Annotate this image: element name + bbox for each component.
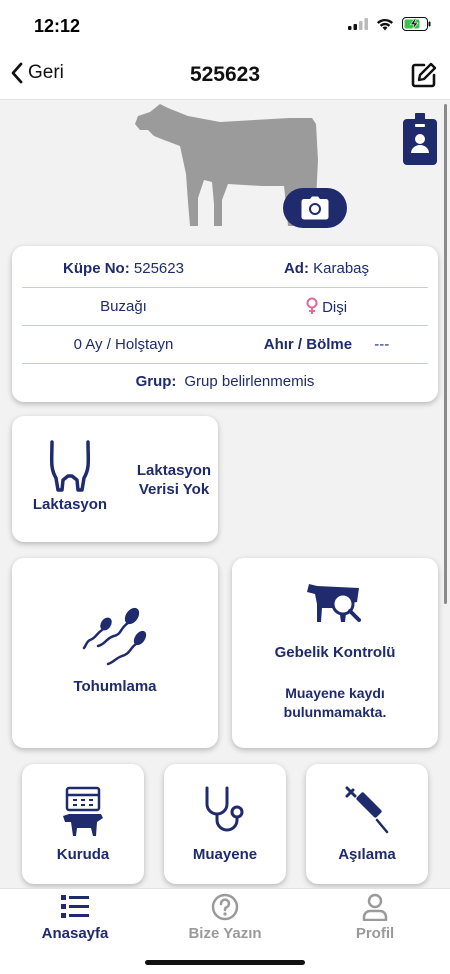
info-row-group: Grup: Grup belirlenmemis [22, 362, 428, 400]
animal-photo-area [0, 100, 450, 240]
dry-period-label: Kuruda [56, 846, 110, 863]
person-icon [362, 893, 388, 921]
battery-charging-icon [402, 17, 431, 31]
barn-field: Ahır / Bölme --- [225, 336, 428, 353]
edit-icon [411, 62, 437, 88]
ear-tag-label: Küpe No: [63, 260, 130, 277]
list-icon [61, 895, 89, 918]
insemination-label: Tohumlama [73, 678, 157, 695]
udder-icon [49, 440, 91, 492]
status-icons [348, 17, 432, 31]
vaccination-tile[interactable]: Aşılama [306, 764, 428, 884]
barn-label: Ahır / Bölme [263, 336, 353, 353]
pregnancy-check-label: Gebelik Kontrolü [274, 644, 396, 661]
barn-value: --- [374, 336, 390, 353]
tab-home[interactable]: Anasayfa [0, 889, 150, 949]
lactation-status: Laktasyon Verisi Yok [136, 462, 212, 498]
tab-contact-label: Bize Yazın [188, 925, 262, 942]
camera-icon [301, 196, 329, 220]
status-time: 12:12 [34, 16, 81, 36]
animal-info-card: Küpe No: 525623 Ad: Karabaş Buzağı Dişi … [12, 246, 438, 402]
edit-button[interactable] [410, 61, 438, 94]
examination-tile[interactable]: Muayene [164, 764, 286, 884]
cow-silhouette-icon [135, 104, 318, 226]
page-title: 525623 [189, 63, 261, 86]
name-label: Ad: [283, 260, 309, 277]
tab-home-label: Anasayfa [41, 925, 109, 942]
gender-field: Dişi [225, 297, 428, 316]
pregnancy-check-tile[interactable]: Gebelik Kontrolü Muayene kaydı bulunmama… [232, 558, 438, 748]
tab-contact[interactable]: Bize Yazın [150, 889, 300, 949]
age-breed-value: 0 Ay / Holştayn [73, 336, 174, 353]
info-row-identity: Küpe No: 525623 Ad: Karabaş [22, 250, 428, 288]
lactation-label: Laktasyon [32, 496, 108, 513]
wifi-icon [377, 18, 393, 30]
dry-period-tile[interactable]: Kuruda [22, 764, 144, 884]
name-field: Ad: Karabaş [225, 260, 428, 277]
tab-profile-label: Profil [355, 925, 395, 942]
name-value: Karabaş [313, 260, 370, 277]
info-row-age: 0 Ay / Holştayn Ahır / Bölme --- [22, 326, 428, 364]
vaccination-label: Aşılama [338, 846, 396, 863]
examination-label: Muayene [192, 846, 258, 863]
stethoscope-icon [205, 786, 244, 832]
camera-button[interactable] [283, 188, 347, 228]
sperm-icon [82, 607, 147, 666]
navigation-bar: Geri 525623 [0, 50, 450, 100]
id-card-button[interactable] [403, 113, 437, 170]
id-badge-icon [403, 113, 437, 165]
tab-profile[interactable]: Profil [300, 889, 450, 949]
cow-calendar-icon [63, 786, 103, 836]
syringe-icon [345, 786, 389, 834]
cellular-signal-icon [348, 18, 368, 30]
group-label: Grup: [135, 372, 177, 390]
group-value: Grup belirlenmemis [184, 372, 315, 390]
cow-magnifier-icon [307, 584, 361, 622]
home-indicator [145, 960, 305, 965]
question-circle-icon [211, 893, 239, 921]
ear-tag-value: 525623 [133, 260, 184, 277]
pregnancy-check-status: Muayene kaydı bulunmamakta. [283, 685, 387, 720]
ear-tag-field: Küpe No: 525623 [22, 260, 225, 277]
female-icon [306, 297, 318, 314]
gender-value: Dişi [322, 299, 348, 316]
category-value: Buzağı [100, 298, 147, 315]
status-bar: 12:12 [0, 0, 450, 50]
insemination-tile[interactable]: Tohumlama [12, 558, 218, 748]
lactation-tile[interactable]: Laktasyon Laktasyon Verisi Yok [12, 416, 218, 542]
info-row-category: Buzağı Dişi [22, 288, 428, 326]
